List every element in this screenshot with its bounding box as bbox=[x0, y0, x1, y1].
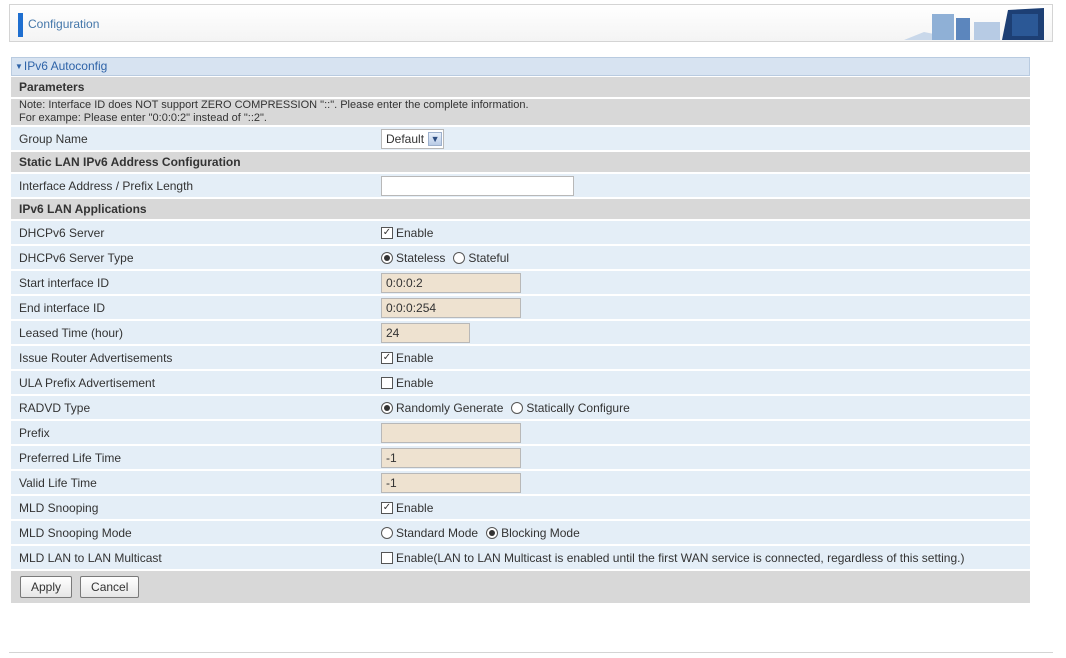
end-interface-id-row: End interface ID bbox=[11, 296, 1030, 321]
radvd-type-label: RADVD Type bbox=[19, 400, 91, 415]
header-accent-bar bbox=[18, 13, 23, 37]
ipv6-autoconfig-panel: ▼IPv6 Autoconfig Parameters Note: Interf… bbox=[11, 57, 1030, 635]
dhcpv6-server-type-row: DHCPv6 Server Type Stateless Stateful bbox=[11, 246, 1030, 271]
panel-title: IPv6 Autoconfig bbox=[23, 59, 108, 73]
panel-header[interactable]: ▼IPv6 Autoconfig bbox=[11, 57, 1030, 76]
apply-button[interactable]: Apply bbox=[20, 576, 73, 598]
valid-life-time-label: Valid Life Time bbox=[19, 475, 97, 490]
valid-life-time-row: Valid Life Time bbox=[11, 471, 1030, 496]
dhcpv6-server-checkbox[interactable]: ✓ bbox=[381, 226, 393, 239]
valid-life-time-input[interactable] bbox=[381, 472, 521, 493]
stateful-radio[interactable] bbox=[453, 251, 466, 264]
standard-mode-radio[interactable] bbox=[381, 526, 393, 539]
randomly-generate-radio[interactable] bbox=[381, 401, 393, 414]
preferred-life-time-label: Preferred Life Time bbox=[19, 450, 122, 465]
blocking-mode-label: Blocking Mode bbox=[501, 525, 580, 540]
mld-lan-to-lan-row: MLD LAN to LAN Multicast Enable(LAN to L… bbox=[11, 546, 1030, 571]
standard-mode-label: Standard Mode bbox=[396, 525, 479, 540]
ula-prefix-advertisement-row: ULA Prefix Advertisement Enable bbox=[11, 371, 1030, 396]
leased-time-label: Leased Time (hour) bbox=[19, 325, 124, 340]
blocking-mode-radio[interactable] bbox=[486, 526, 499, 539]
interface-address-row: Interface Address / Prefix Length bbox=[11, 174, 1030, 199]
stateless-radio[interactable] bbox=[381, 251, 393, 264]
prefix-label: Prefix bbox=[19, 425, 50, 440]
prefix-row: Prefix bbox=[11, 421, 1030, 446]
dhcpv6-server-type-label: DHCPv6 Server Type bbox=[19, 250, 134, 265]
static-lan-heading: Static LAN IPv6 Address Configuration bbox=[11, 152, 1030, 174]
note-line-2: For exampe: Please enter "0:0:0:2" inste… bbox=[19, 112, 267, 124]
bottom-divider bbox=[9, 652, 1053, 653]
parameters-note: Note: Interface ID does NOT support ZERO… bbox=[11, 99, 1030, 127]
ula-prefix-advertisement-option: Enable bbox=[396, 375, 434, 390]
page-header: Configuration bbox=[9, 4, 1053, 42]
randomly-generate-label: Randomly Generate bbox=[396, 400, 504, 415]
interface-address-input[interactable] bbox=[381, 175, 574, 196]
collapse-triangle-icon: ▼ bbox=[15, 62, 23, 71]
group-name-select[interactable]: Default ▼ bbox=[381, 128, 445, 149]
parameters-heading: Parameters bbox=[11, 77, 1030, 99]
mld-snooping-label: MLD Snooping bbox=[19, 500, 99, 515]
start-interface-id-row: Start interface ID bbox=[11, 271, 1030, 296]
group-name-value: Default bbox=[386, 131, 425, 146]
mld-snooping-option: Enable bbox=[396, 500, 434, 515]
dhcpv6-server-option: Enable bbox=[396, 225, 434, 240]
statically-configure-label: Statically Configure bbox=[526, 400, 630, 415]
preferred-life-time-row: Preferred Life Time bbox=[11, 446, 1030, 471]
mld-snooping-checkbox[interactable]: ✓ bbox=[381, 501, 393, 514]
start-interface-id-label: Start interface ID bbox=[19, 275, 110, 290]
cancel-button[interactable]: Cancel bbox=[80, 576, 140, 598]
page-title: Configuration bbox=[28, 17, 100, 31]
dhcpv6-server-label: DHCPv6 Server bbox=[19, 225, 105, 240]
note-line-1: Note: Interface ID does NOT support ZERO… bbox=[19, 99, 529, 111]
issue-router-advertisements-option: Enable bbox=[396, 350, 434, 365]
mld-lan-to-lan-option: Enable(LAN to LAN Multicast is enabled u… bbox=[396, 550, 965, 565]
ipv6-lan-applications-heading: IPv6 LAN Applications bbox=[11, 199, 1030, 221]
mld-snooping-row: MLD Snooping ✓ Enable bbox=[11, 496, 1030, 521]
stateless-label: Stateless bbox=[396, 250, 446, 265]
statically-configure-radio[interactable] bbox=[511, 401, 524, 414]
interface-address-label: Interface Address / Prefix Length bbox=[19, 178, 194, 193]
chevron-down-icon[interactable]: ▼ bbox=[428, 131, 443, 146]
start-interface-id-input[interactable] bbox=[381, 272, 521, 293]
end-interface-id-label: End interface ID bbox=[19, 300, 106, 315]
ula-prefix-advertisement-checkbox[interactable] bbox=[381, 376, 393, 389]
stateful-label: Stateful bbox=[468, 250, 510, 265]
preferred-life-time-input[interactable] bbox=[381, 447, 521, 468]
mld-lan-to-lan-label: MLD LAN to LAN Multicast bbox=[19, 550, 162, 565]
group-name-row: Group Name Default ▼ bbox=[11, 127, 1030, 152]
mld-lan-to-lan-checkbox[interactable] bbox=[381, 551, 393, 564]
button-row: Apply Cancel bbox=[11, 571, 1030, 603]
dhcpv6-server-row: DHCPv6 Server ✓ Enable bbox=[11, 221, 1030, 246]
header-decoration-icon bbox=[904, 8, 1044, 40]
group-name-label: Group Name bbox=[19, 131, 88, 146]
leased-time-input[interactable] bbox=[381, 322, 470, 343]
issue-router-advertisements-row: Issue Router Advertisements ✓ Enable bbox=[11, 346, 1030, 371]
radvd-type-row: RADVD Type Randomly Generate Statically … bbox=[11, 396, 1030, 421]
leased-time-row: Leased Time (hour) bbox=[11, 321, 1030, 346]
mld-snooping-mode-row: MLD Snooping Mode Standard Mode Blocking… bbox=[11, 521, 1030, 546]
issue-router-advertisements-label: Issue Router Advertisements bbox=[19, 350, 173, 365]
mld-snooping-mode-label: MLD Snooping Mode bbox=[19, 525, 132, 540]
ula-prefix-advertisement-label: ULA Prefix Advertisement bbox=[19, 375, 156, 390]
issue-router-advertisements-checkbox[interactable]: ✓ bbox=[381, 351, 393, 364]
prefix-input[interactable] bbox=[381, 422, 521, 443]
end-interface-id-input[interactable] bbox=[381, 297, 521, 318]
